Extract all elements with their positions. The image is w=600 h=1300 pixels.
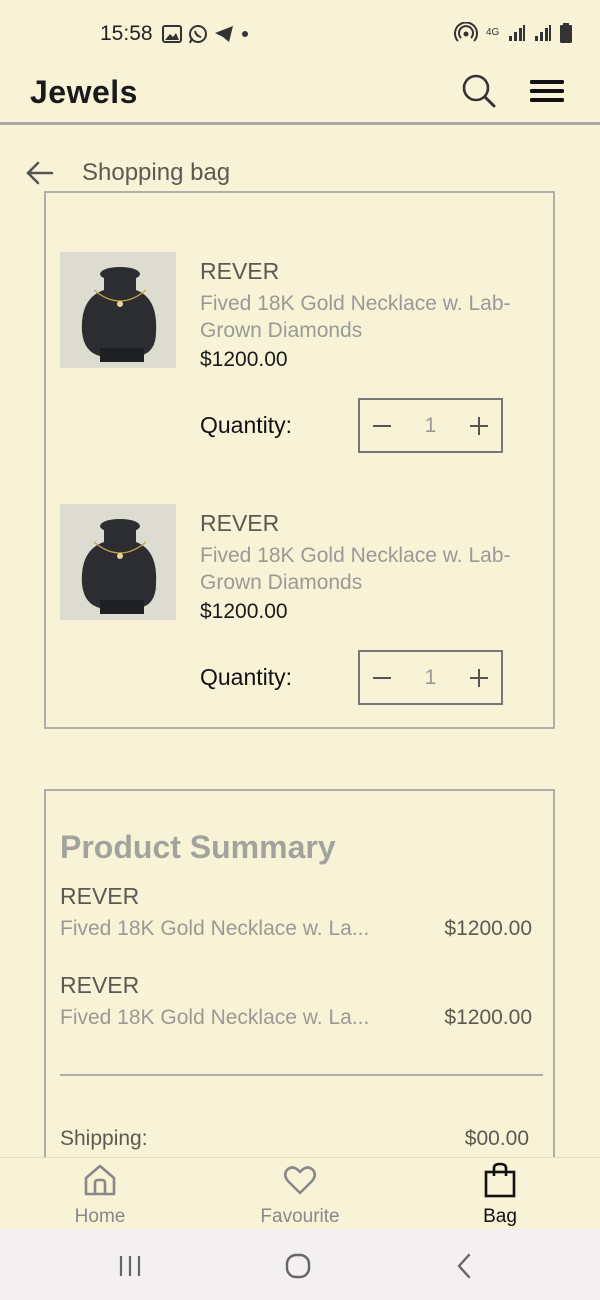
page-title: Shopping bag [82,159,231,186]
hotspot-icon [454,22,478,42]
nav-item-favourite[interactable]: Favourite [240,1162,360,1228]
network-4g-icon: 4G [486,27,500,38]
minus-icon [373,676,391,679]
quantity-label: Quantity: [200,412,293,438]
product-thumbnail[interactable] [60,252,176,368]
shipping-label: Shipping: [60,1127,148,1150]
app-bar: Jewels [0,68,600,124]
home-circle-icon [285,1253,311,1279]
home-icon [84,1164,116,1196]
recent-apps-icon [119,1256,141,1276]
status-bar: 15:58 4G [0,0,600,68]
status-time: 15:58 [100,22,153,45]
quantity-stepper: 1 [358,398,503,453]
nav-item-home[interactable]: Home [40,1162,160,1228]
increment-button[interactable] [457,652,501,703]
summary-item-name: Fived 18K Gold Necklace w. La... [60,1006,370,1029]
summary-item-brand: REVER [60,972,140,998]
bottom-nav: Home Favourite Bag [0,1157,600,1229]
system-home-button[interactable] [283,1251,313,1281]
shipping-value: $00.00 [464,1127,529,1150]
search-button[interactable] [460,72,498,110]
product-thumbnail[interactable] [60,504,176,620]
nav-label-bag: Bag [483,1206,517,1227]
summary-divider [60,1074,543,1076]
dot-icon [242,31,248,37]
necklace-bust-image [60,504,176,620]
summary-item: REVER Fived 18K Gold Necklace w. La... $… [60,881,532,951]
app-bar-divider [0,122,600,125]
product-summary-card: Product Summary REVER Fived 18K Gold Nec… [44,789,555,1209]
app-title: Jewels [30,74,138,110]
summary-item-name: Fived 18K Gold Necklace w. La... [60,917,370,940]
summary-item-brand: REVER [60,883,140,909]
nav-label-home: Home [74,1206,126,1227]
plus-icon [470,416,488,435]
summary-item: REVER Fived 18K Gold Necklace w. La... $… [60,970,532,1040]
quantity-label: Quantity: [200,664,293,690]
signal-icon [535,25,551,41]
summary-item-price: $1200.00 [444,917,532,940]
telegram-icon [215,26,233,42]
heart-icon [283,1166,317,1195]
quantity-value[interactable]: 1 [404,414,457,438]
quantity-value[interactable]: 1 [404,666,457,690]
signal-icon [509,25,525,41]
recent-apps-button[interactable] [115,1251,145,1281]
summary-item-price: $1200.00 [444,1006,532,1029]
menu-icon [530,80,564,102]
nav-item-bag[interactable]: Bag [440,1162,560,1228]
decrement-button[interactable] [360,400,404,451]
necklace-bust-image [60,252,176,368]
bag-item: REVER Fived 18K Gold Necklace w. Lab-Gro… [60,252,540,462]
bag-item: REVER Fived 18K Gold Necklace w. Lab-Gro… [60,504,540,714]
arrow-left-icon [26,161,54,185]
menu-button[interactable] [528,74,566,108]
system-nav-bar [0,1229,600,1300]
item-price: $1200.00 [200,600,288,623]
plus-icon [470,668,488,687]
decrement-button[interactable] [360,652,404,703]
whatsapp-icon [189,25,207,44]
item-brand: REVER [200,510,280,536]
back-button[interactable] [24,157,56,189]
minus-icon [373,424,391,427]
battery-icon [560,23,572,43]
increment-button[interactable] [457,400,501,451]
item-name[interactable]: Fived 18K Gold Necklace w. Lab-Grown Dia… [200,542,520,596]
bag-items-card: REVER Fived 18K Gold Necklace w. Lab-Gro… [44,191,555,729]
summary-title: Product Summary [60,829,336,865]
quantity-stepper: 1 [358,650,503,705]
item-brand: REVER [200,258,280,284]
shopping-bag-icon [484,1162,516,1198]
gallery-icon [162,25,182,43]
nav-label-favourite: Favourite [260,1206,340,1227]
item-price: $1200.00 [200,348,288,371]
item-name[interactable]: Fived 18K Gold Necklace w. Lab-Grown Dia… [200,290,520,344]
back-chevron-icon [457,1253,471,1279]
search-icon [462,74,496,108]
system-back-button[interactable] [450,1251,480,1281]
